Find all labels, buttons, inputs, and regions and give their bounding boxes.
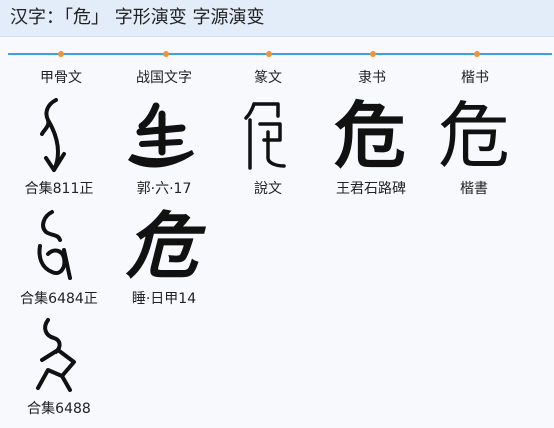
page-header: 汉字：「危」 字形演变 字源演变 xyxy=(0,0,554,37)
timeline-dot xyxy=(266,51,272,57)
glyph-caption: 楷書 xyxy=(460,181,488,197)
glyph-caption: 睡·日甲14 xyxy=(131,291,197,307)
oracle-bone-glyph-1 xyxy=(18,96,98,176)
timeline-bar xyxy=(8,51,552,57)
timeline-dot xyxy=(163,51,169,57)
glyph-caption: 說文 xyxy=(254,181,282,197)
oracle-bone-glyph-3 xyxy=(18,316,98,396)
timeline-dot xyxy=(370,51,376,57)
oracle-bone-glyph-2 xyxy=(18,206,98,286)
stage-label-lishu: 隶书 xyxy=(358,70,386,86)
regular-script-glyph: 危 xyxy=(434,96,514,176)
regular-character: 危 xyxy=(437,94,510,178)
glyph-caption: 郭·六·17 xyxy=(136,181,192,197)
glyph-caption: 王君石路碑 xyxy=(336,181,406,197)
seal-script-glyph xyxy=(228,96,308,176)
glyph-caption: 合集6488 xyxy=(27,401,91,417)
bamboo-slip-glyph-2: 危 xyxy=(122,206,202,286)
stage-label-zhanguo: 战国文字 xyxy=(136,70,192,86)
clerical-character: 危 xyxy=(333,93,406,178)
stage-label-kaishu: 楷书 xyxy=(461,70,489,86)
glyph-caption: 合集811正 xyxy=(24,181,94,197)
glyph-caption: 合集6484正 xyxy=(20,291,98,307)
stage-label-jiaguwen: 甲骨文 xyxy=(40,70,82,86)
timeline-dot xyxy=(58,51,64,57)
page-title: 汉字：「危」 字形演变 字源演变 xyxy=(10,7,265,28)
bamboo-slip-character: 危 xyxy=(125,204,198,288)
timeline-dot xyxy=(474,51,480,57)
bamboo-slip-glyph-1 xyxy=(122,96,202,176)
stage-label-zhuanwen: 篆文 xyxy=(254,70,282,86)
clerical-script-glyph: 危 xyxy=(330,96,410,176)
